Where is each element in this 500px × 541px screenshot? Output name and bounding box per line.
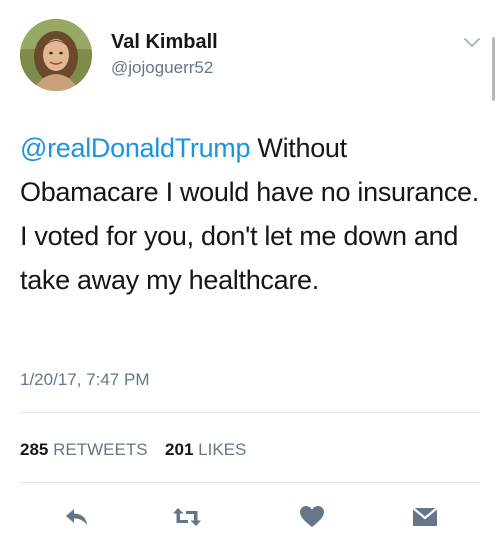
- retweet-button[interactable]: [172, 503, 202, 531]
- retweets-count[interactable]: 285: [20, 440, 48, 459]
- likes-label[interactable]: LIKES: [198, 440, 246, 459]
- heart-icon: [300, 506, 324, 527]
- display-name[interactable]: Val Kimball: [111, 31, 218, 54]
- reply-button[interactable]: [62, 503, 92, 531]
- divider: [20, 482, 480, 483]
- avatar[interactable]: [20, 19, 92, 91]
- likes-count[interactable]: 201: [165, 440, 193, 459]
- like-button[interactable]: [297, 503, 327, 531]
- envelope-icon: [412, 507, 438, 526]
- tweet-card: Val Kimball @jojoguerr52 @realDonaldTrum…: [0, 0, 500, 541]
- chevron-down-icon[interactable]: [462, 34, 482, 50]
- user-handle[interactable]: @jojoguerr52: [111, 58, 213, 78]
- tweet-stats: 285 RETWEETS 201 LIKES: [20, 440, 246, 460]
- retweet-icon: [173, 508, 201, 526]
- retweets-label[interactable]: RETWEETS: [53, 440, 147, 459]
- tweet-timestamp[interactable]: 1/20/17, 7:47 PM: [20, 370, 149, 390]
- mention-link[interactable]: @realDonaldTrump: [20, 133, 251, 163]
- tweet-text: @realDonaldTrump Without Obamacare I wou…: [20, 126, 480, 302]
- avatar-image: [20, 19, 92, 91]
- scrollbar[interactable]: [492, 37, 495, 101]
- direct-message-button[interactable]: [410, 503, 440, 531]
- reply-icon: [66, 509, 87, 525]
- divider: [20, 412, 480, 413]
